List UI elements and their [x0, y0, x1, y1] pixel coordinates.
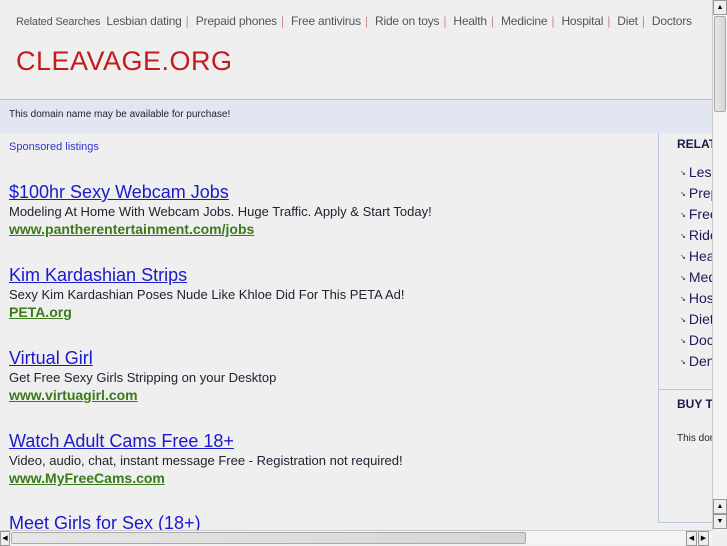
- scroll-left-icon[interactable]: ◀: [686, 531, 697, 546]
- scroll-up-icon[interactable]: ▲: [713, 0, 727, 15]
- horizontal-scrollbar[interactable]: ◀ ◀ ▶: [0, 530, 712, 546]
- ad-description: Video, audio, chat, instant message Free…: [9, 453, 403, 468]
- vertical-scroll-thumb[interactable]: [714, 16, 726, 112]
- related-searches-bar: Related Searches Lesbian dating | Prepaid…: [16, 14, 692, 28]
- ad-url[interactable]: www.pantherentertainment.com/jobs: [9, 221, 432, 238]
- top-link-doctors[interactable]: Doctors: [652, 14, 692, 28]
- top-link-diet[interactable]: Diet: [617, 14, 638, 28]
- arrow-icon: ↘: [680, 191, 686, 198]
- ad-description: Sexy Kim Kardashian Poses Nude Like Khlo…: [9, 287, 405, 302]
- ad-listing: Watch Adult Cams Free 18+ Video, audio, …: [9, 430, 403, 487]
- ad-listing: Virtual Girl Get Free Sexy Girls Strippi…: [9, 347, 276, 404]
- arrow-icon: ↘: [680, 254, 686, 261]
- sidebar-link[interactable]: ↘Medicine: [680, 269, 712, 285]
- top-link-free-antivirus[interactable]: Free antivirus: [291, 14, 361, 28]
- ad-title[interactable]: Watch Adult Cams Free 18+: [9, 430, 403, 452]
- sidebar-link[interactable]: ↘Free antivirus: [680, 206, 712, 222]
- scroll-left-icon[interactable]: ◀: [0, 531, 10, 546]
- ad-url[interactable]: PETA.org: [9, 304, 405, 321]
- sidebar-divider: [659, 389, 712, 390]
- arrow-icon: ↘: [680, 338, 686, 345]
- sidebar-link[interactable]: ↘Hospital: [680, 290, 712, 306]
- arrow-icon: ↘: [680, 317, 686, 324]
- sidebar-link[interactable]: ↘Prepaid phones: [680, 185, 712, 201]
- sidebar-link[interactable]: ↘ Diet: [680, 311, 712, 327]
- site-logo: CLEAVAGE.ORG: [16, 46, 233, 76]
- top-link-lesbian-dating[interactable]: Lesbian dating: [106, 14, 181, 28]
- arrow-icon: ↘: [680, 233, 686, 240]
- scroll-up-icon[interactable]: ▲: [713, 499, 727, 514]
- buy-heading: BUY T: [677, 397, 712, 411]
- sponsored-listings-link[interactable]: Sponsored listings: [9, 141, 99, 153]
- ad-listing: Meet Girls for Sex (18+): [9, 512, 201, 530]
- sidebar-link[interactable]: ↘ Den: [680, 353, 712, 369]
- ad-url[interactable]: www.MyFreeCams.com: [9, 470, 403, 487]
- sidebar-link[interactable]: ↘Health: [680, 248, 712, 264]
- purchase-notice[interactable]: This domain name may be available for pu…: [9, 109, 230, 120]
- top-link-prepaid-phones[interactable]: Prepaid phones: [196, 14, 277, 28]
- ad-title[interactable]: Kim Kardashian Strips: [9, 264, 405, 286]
- top-link-ride-on-toys[interactable]: Ride on toys: [375, 14, 440, 28]
- arrow-icon: ↘: [680, 296, 686, 303]
- arrow-icon: ↘: [680, 359, 686, 366]
- top-link-hospital[interactable]: Hospital: [561, 14, 603, 28]
- scroll-right-icon[interactable]: ▶: [698, 531, 709, 546]
- scroll-down-icon[interactable]: ▼: [713, 514, 727, 529]
- ad-title[interactable]: Meet Girls for Sex (18+): [9, 512, 201, 530]
- sidebar-link[interactable]: ↘Ride on toys: [680, 227, 712, 243]
- purchase-notice-band: This domain name may be available for pu…: [0, 99, 712, 133]
- top-link-health[interactable]: Health: [453, 14, 487, 28]
- ad-listing: Kim Kardashian Strips Sexy Kim Kardashia…: [9, 264, 405, 321]
- page-viewport: Related Searches Lesbian dating | Prepaid…: [0, 0, 712, 530]
- sidebar-link[interactable]: ↘Doctors: [680, 332, 712, 348]
- ad-title[interactable]: $100hr Sexy Webcam Jobs: [9, 181, 432, 203]
- sidebar-link[interactable]: ↘Lesbian dating: [680, 164, 712, 180]
- ad-url[interactable]: www.virtuagirl.com: [9, 387, 276, 404]
- related-sidebar: RELAT ↘Lesbian dating ↘Prepaid phones ↘F…: [658, 133, 712, 523]
- related-searches-label: Related Searches: [16, 16, 101, 28]
- ad-description: Modeling At Home With Webcam Jobs. Huge …: [9, 204, 432, 219]
- arrow-icon: ↘: [680, 170, 686, 177]
- ad-listing: $100hr Sexy Webcam Jobs Modeling At Home…: [9, 181, 432, 238]
- horizontal-scroll-thumb[interactable]: [11, 532, 526, 544]
- ad-description: Get Free Sexy Girls Stripping on your De…: [9, 370, 277, 385]
- buy-text: This dom: [677, 433, 712, 444]
- ad-title[interactable]: Virtual Girl: [9, 347, 276, 369]
- vertical-scrollbar[interactable]: ▲ ▲ ▼: [712, 0, 727, 530]
- arrow-icon: ↘: [680, 275, 686, 282]
- top-link-medicine[interactable]: Medicine: [501, 14, 548, 28]
- related-heading: RELAT: [677, 137, 712, 151]
- arrow-icon: ↘: [680, 212, 686, 219]
